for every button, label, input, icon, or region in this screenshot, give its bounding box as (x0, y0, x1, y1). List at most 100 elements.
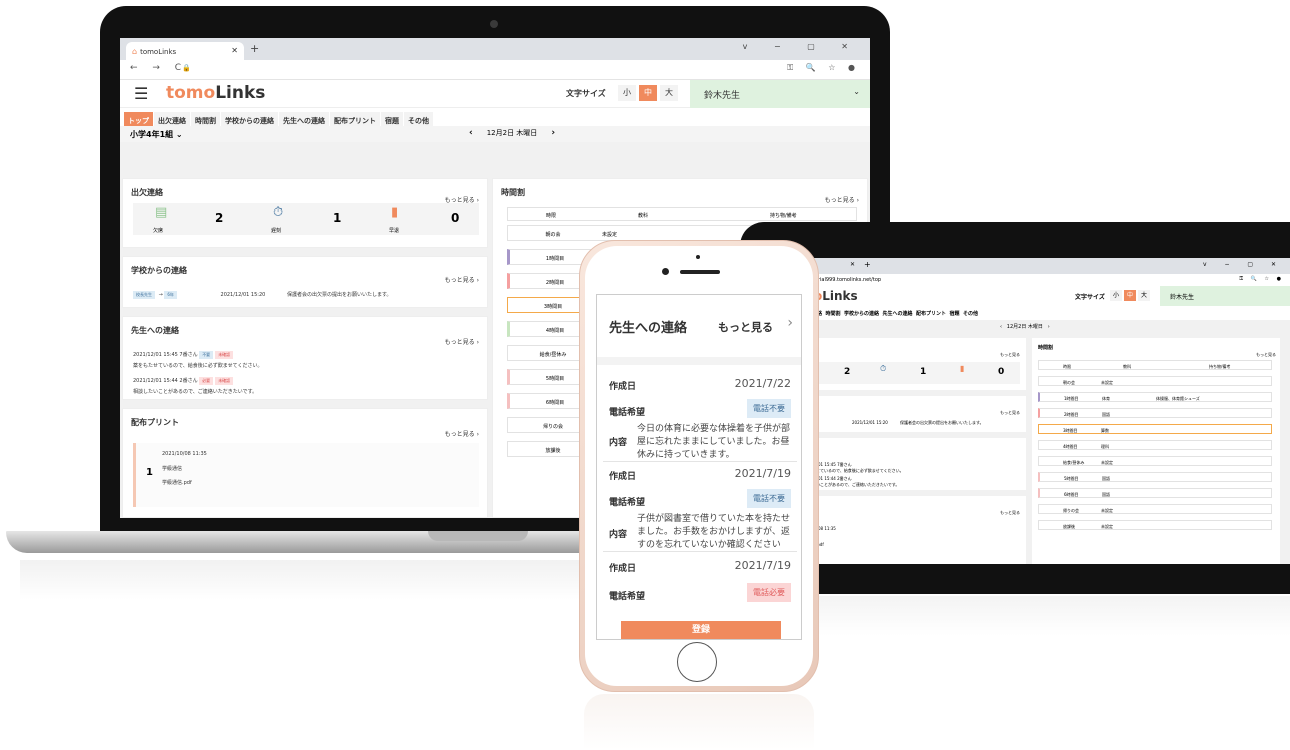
class-selector[interactable]: 小学4年1組 ⌄ (130, 129, 183, 140)
camera-icon (490, 20, 498, 28)
window-controls[interactable]: v − ▢ ✕ (1203, 261, 1284, 268)
door-exit-icon: ▮ (960, 364, 965, 373)
browser-nav-buttons[interactable]: ← → C (130, 63, 187, 73)
laptop-notch (428, 531, 528, 541)
status-badge: 電話不要 (747, 399, 791, 418)
close-tab-icon[interactable]: ✕ (850, 261, 855, 268)
url-field[interactable]: trial999.tomolinks.net/top (816, 277, 881, 283)
notice-row[interactable]: 校長先生 → 6年 2021/12/01 15:20 保護者会の出欠票の提出をお… (133, 291, 391, 299)
app-logo[interactable]: tomoLinks (166, 83, 265, 103)
timetable-panel: 時間割 もっと見る 時限 教科 持ち物/備考 朝の会 未設定 1時間目 体育 体操服、体… (1032, 338, 1280, 564)
more-link[interactable]: もっと見る › (445, 337, 479, 346)
more-link[interactable]: もっと見る (718, 319, 773, 335)
table-row[interactable]: 放課後 未設定 (1038, 520, 1272, 530)
table-cell: 放課後 (1063, 524, 1075, 529)
font-size-large-button[interactable]: 大 (660, 85, 678, 101)
chevron-down-icon: ⌄ (853, 87, 860, 96)
lock-icon: 🔒 (182, 64, 191, 72)
table-cell: 国語 (1102, 492, 1110, 497)
divider (597, 357, 801, 365)
attendance-panel: 出欠連絡 もっと見る › ▤ 欠席 2 ⏱ 遅刻 1 ▮ 早退 0 (122, 178, 488, 248)
font-size-large-button[interactable]: 大 (1138, 290, 1150, 301)
user-menu[interactable]: 鈴木先生 (1160, 286, 1290, 306)
new-tab-button[interactable]: + (250, 42, 259, 55)
prints-panel: 配布プリント もっと見る › 1 2021/10/08 11:35 学級通信 学… (122, 408, 488, 518)
table-cell: 未設定 (1101, 380, 1113, 385)
browser-tab[interactable]: ⌂ tomoLinks ✕ (126, 42, 244, 60)
table-row[interactable]: 5時間目 国語 (1038, 472, 1272, 482)
browser-tool-icons[interactable]: ⚿ 🔍 ☆ ● (787, 63, 860, 73)
close-tab-icon[interactable]: ✕ (231, 46, 238, 55)
table-cell: 未設定 (1101, 524, 1113, 529)
more-link[interactable]: もっと見る › (445, 275, 479, 284)
hamburger-menu-icon[interactable]: ☰ (134, 84, 148, 103)
pdf-file-link[interactable]: 学級通信.pdf (162, 479, 192, 486)
early-leave-cell[interactable]: ▮ 早退 0 (369, 203, 484, 235)
table-cell: 帰りの会 (1063, 508, 1079, 513)
table-cell: 国語 (1102, 476, 1110, 481)
next-day-icon[interactable]: › (551, 128, 555, 138)
register-button[interactable]: 登録 (621, 621, 781, 639)
list-item[interactable]: 2021/12/01 15:45 7番さん 不要 未確認 薬をもたせているので、給… (133, 351, 263, 369)
attendance-summary: ▤ 欠席 2 ⏱ 遅刻 1 ▮ 早退 0 (133, 203, 479, 235)
table-row[interactable]: 1時間目 体育 体操服、体育館シューズ (1038, 392, 1272, 402)
more-link[interactable]: もっと見る › (825, 195, 859, 204)
panel-title: 時間割 (501, 188, 525, 197)
font-size-medium-button[interactable]: 中 (1124, 290, 1136, 301)
table-cell: 算数 (1101, 428, 1109, 433)
table-cell: 理科 (1101, 444, 1109, 449)
table-row[interactable]: 2時間目 国語 (1038, 408, 1272, 418)
print-item[interactable]: 1 2021/10/08 11:35 学級通信 学級通信.pdf (133, 443, 479, 507)
divider (603, 551, 797, 552)
user-name: 鈴木先生 (704, 91, 741, 101)
teacher-contact-panel: 先生への連絡 もっと見る › 2021/12/01 15:45 7番さん 不要未… (122, 316, 488, 400)
sub-bar: 小学4年1組 ⌄ ‹ 12月2日 木曜日 › (120, 126, 870, 142)
font-size-medium-button[interactable]: 中 (639, 85, 657, 101)
chevron-right-icon[interactable]: › (787, 315, 793, 331)
user-menu[interactable]: 鈴木先生 ⌄ (690, 80, 870, 108)
prints-panel: もっと見る 2021/10/08 11:35 学級通信 学級通信.pdf (800, 496, 1026, 564)
timetable-header: 時限 教科 持ち物/備考 (1038, 360, 1272, 370)
door-exit-icon: ▮ (391, 205, 399, 220)
table-cell: 国語 (1102, 412, 1110, 417)
main-menu: 出欠連絡 時間割 学校からの連絡 先生への連絡 配布プリント 宿題 その他 (800, 306, 1290, 320)
browser-toolbar: ← → C 🔒 ⚿ 🔍 ☆ ● (120, 60, 870, 80)
table-row[interactable]: 6時間目 国語 (1038, 488, 1272, 498)
tab-title: tomoLinks (140, 48, 177, 56)
late-count: 1 (333, 211, 342, 225)
table-row[interactable]: 朝の会 未設定 (1038, 376, 1272, 386)
window-controls[interactable]: v − ▢ ✕ (743, 42, 860, 51)
date-navigator: ‹ 12月2日 木曜日 › (1000, 324, 1050, 330)
app-header: ☰ tomoLinks 文字サイズ 小 中 大 鈴木先生 ⌄ (120, 80, 870, 108)
table-row[interactable]: 帰りの会 未設定 (1038, 504, 1272, 514)
new-tab-button[interactable]: + (864, 260, 871, 269)
attendance-panel: もっと見る 2 ⏱ 1 ▮ 0 (800, 338, 1026, 390)
table-row[interactable]: 3時間目 算数 (1038, 424, 1272, 434)
calendar-icon: ▤ (155, 205, 168, 220)
absent-cell[interactable]: ▤ 欠席 2 (133, 203, 248, 235)
table-cell: 4時間目 (1063, 444, 1078, 449)
home-button[interactable] (677, 642, 717, 682)
table-cell: 未設定 (1101, 460, 1113, 465)
late-cell[interactable]: ⏱ 遅刻 1 (251, 203, 366, 235)
timetable-header: 時限 教科 持ち物/備考 (507, 207, 857, 221)
divider (603, 461, 797, 462)
browser-tabstrip: ⌂ tomoLinks ✕ + v − ▢ ✕ (120, 38, 870, 60)
teacher-contact-panel: 2021/12/01 15:45 7番さん 薬をもたせているので、給食後に必ず飲… (800, 438, 1026, 490)
browser-tool-icons[interactable]: ⚿ 🔍 ☆ ● (1239, 276, 1284, 282)
font-size-small-button[interactable]: 小 (1110, 290, 1122, 301)
table-cell: 朝の会 (1063, 380, 1075, 385)
school-notice-panel: もっと見る 2021/12/01 15:20 保護者会の出欠票の提出をお願いいた… (800, 396, 1026, 432)
panel-title: 出欠連絡 (131, 188, 163, 197)
prev-day-icon[interactable]: ‹ (469, 128, 473, 138)
table-row[interactable]: 給食/昼休み 未設定 (1038, 456, 1272, 466)
status-badge: 電話必要 (747, 583, 791, 602)
more-link[interactable]: もっと見る › (445, 429, 479, 438)
app-logo[interactable]: oLinks (814, 289, 858, 303)
status-badge: 電話不要 (747, 489, 791, 508)
font-size-small-button[interactable]: 小 (618, 85, 636, 101)
table-row[interactable]: 4時間目 理科 (1038, 440, 1272, 450)
main-menu: トップ 出欠連絡 時間割 学校からの連絡 先生への連絡 配布プリント 宿題 その他 (120, 108, 870, 130)
table-cell: 1時間目 (1064, 396, 1079, 401)
list-item[interactable]: 2021/12/01 15:44 2番さん 必要 未確認 相談したいことがあるので… (133, 377, 257, 395)
